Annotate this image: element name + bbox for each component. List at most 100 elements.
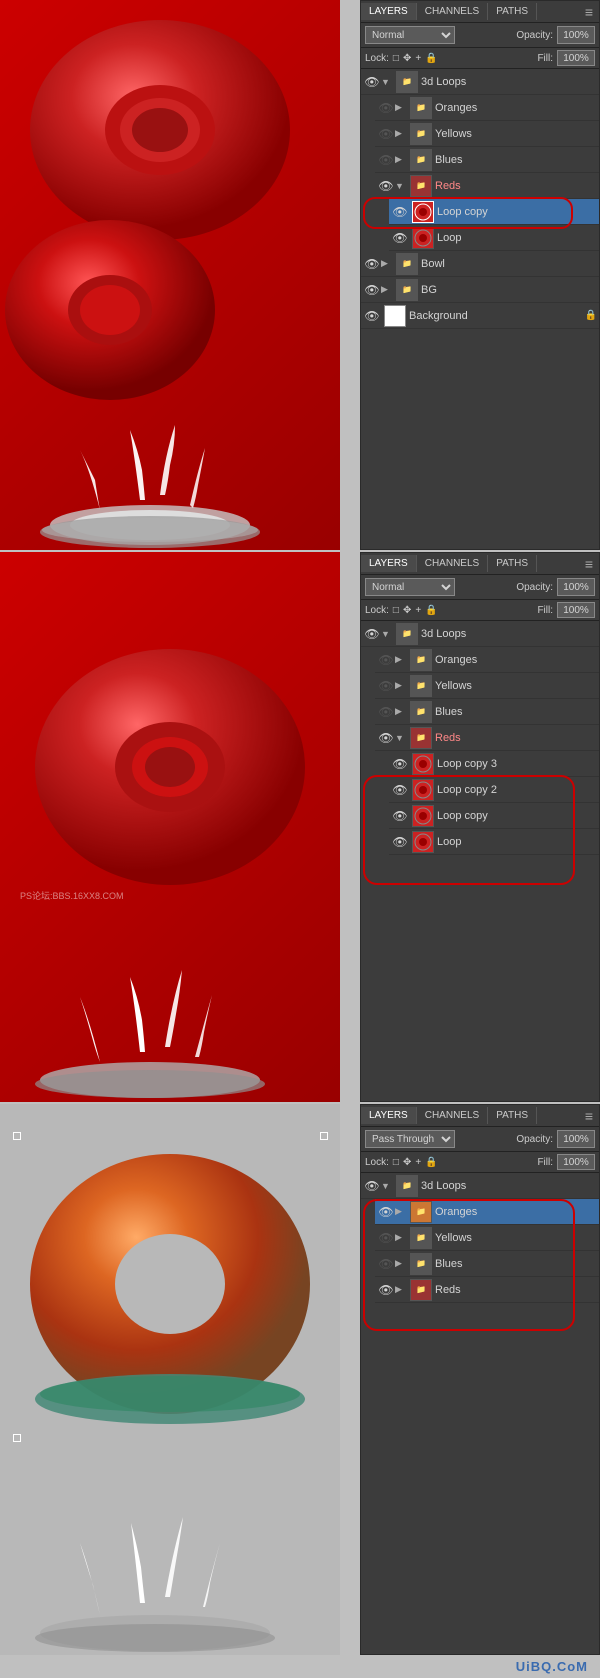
layer-oranges-1[interactable]: 👁 ▶ 📁 Oranges xyxy=(375,95,599,121)
visibility-icon-blues-3[interactable]: 👁 xyxy=(377,1257,395,1271)
visibility-icon-oranges-3[interactable]: 👁 xyxy=(377,1205,395,1219)
tab-layers-2[interactable]: LAYERS xyxy=(361,555,417,572)
expand-reds-2[interactable]: ▼ xyxy=(395,733,407,743)
tab-layers-1[interactable]: LAYERS xyxy=(361,3,417,20)
layer-thumb-oranges-1: 📁 xyxy=(410,97,432,119)
layer-blues-1[interactable]: 👁 ▶ 📁 Blues xyxy=(375,147,599,173)
layer-name-yellows-1: Yellows xyxy=(435,128,597,140)
expand-oranges-1[interactable]: ▶ xyxy=(395,102,407,113)
opacity-label-3: Opacity: xyxy=(516,1134,553,1145)
expand-bowl-1[interactable]: ▶ xyxy=(381,258,393,269)
layer-yellows-3[interactable]: 👁 ▶ 📁 Yellows xyxy=(375,1225,599,1251)
layer-thumb-blues-2: 📁 xyxy=(410,701,432,723)
layer-blues-2[interactable]: 👁 ▶ 📁 Blues xyxy=(375,699,599,725)
layer-reds-3[interactable]: 👁 ▶ 📁 Reds xyxy=(375,1277,599,1303)
layer-oranges-2[interactable]: 👁 ▶ 📁 Oranges xyxy=(375,647,599,673)
expand-yellows-2[interactable]: ▶ xyxy=(395,680,407,691)
expand-3dLoops-2[interactable]: ▼ xyxy=(381,629,393,639)
layer-blues-3[interactable]: 👁 ▶ 📁 Blues xyxy=(375,1251,599,1277)
expand-reds-1[interactable]: ▼ xyxy=(395,181,407,191)
layer-yellows-1[interactable]: 👁 ▶ 📁 Yellows xyxy=(375,121,599,147)
visibility-icon-3dLoops-1[interactable]: 👁 xyxy=(363,75,381,89)
visibility-icon-oranges-2[interactable]: 👁 xyxy=(377,653,395,667)
layer-name-background-1: Background xyxy=(409,310,583,322)
fill-input-1[interactable] xyxy=(557,50,595,66)
visibility-icon-3dLoops-2[interactable]: 👁 xyxy=(363,627,381,641)
tab-layers-3[interactable]: LAYERS xyxy=(361,1107,417,1124)
visibility-icon-loopcopy-2[interactable]: 👁 xyxy=(391,809,409,823)
layer-background-1[interactable]: 👁 Background 🔒 xyxy=(361,303,599,329)
opacity-input-2[interactable] xyxy=(557,578,595,596)
opacity-input-1[interactable] xyxy=(557,26,595,44)
visibility-icon-loop-1[interactable]: 👁 xyxy=(391,231,409,245)
lock-row-1: Lock: □ ✥ + 🔒 Fill: xyxy=(361,48,599,69)
layer-loopcopy2-2[interactable]: 👁 Loop copy 2 xyxy=(389,777,599,803)
visibility-icon-reds-2[interactable]: 👁 xyxy=(377,731,395,745)
lock-t-2: □ xyxy=(393,605,399,616)
panel-menu-1[interactable]: ≡ xyxy=(579,2,599,22)
blend-mode-select-3[interactable]: Pass Through xyxy=(365,1130,455,1148)
expand-oranges-2[interactable]: ▶ xyxy=(395,654,407,665)
visibility-icon-blues-2[interactable]: 👁 xyxy=(377,705,395,719)
layer-bowl-1[interactable]: 👁 ▶ 📁 Bowl xyxy=(361,251,599,277)
layer-loop-2[interactable]: 👁 Loop xyxy=(389,829,599,855)
layer-thumb-loopcopy2-2 xyxy=(412,779,434,801)
layer-3dLoops-2[interactable]: 👁 ▼ 📁 3d Loops xyxy=(361,621,599,647)
visibility-icon-yellows-3[interactable]: 👁 xyxy=(377,1231,395,1245)
layer-loopcopy3-2[interactable]: 👁 Loop copy 3 xyxy=(389,751,599,777)
layer-reds-1[interactable]: 👁 ▼ 📁 Reds xyxy=(375,173,599,199)
visibility-icon-3dLoops-3[interactable]: 👁 xyxy=(363,1179,381,1193)
expand-yellows-3[interactable]: ▶ xyxy=(395,1232,407,1243)
visibility-icon-reds-3[interactable]: 👁 xyxy=(377,1283,395,1297)
visibility-icon-yellows-1[interactable]: 👁 xyxy=(377,127,395,141)
visibility-icon-loopcopy2-2[interactable]: 👁 xyxy=(391,783,409,797)
visibility-icon-blues-1[interactable]: 👁 xyxy=(377,153,395,167)
visibility-icon-loop-2[interactable]: 👁 xyxy=(391,835,409,849)
expand-blues-2[interactable]: ▶ xyxy=(395,706,407,717)
visibility-icon-oranges-1[interactable]: 👁 xyxy=(377,101,395,115)
blend-mode-select-2[interactable]: Normal xyxy=(365,578,455,596)
layer-loopcopy-2[interactable]: 👁 Loop copy xyxy=(389,803,599,829)
tab-channels-3[interactable]: CHANNELS xyxy=(417,1107,488,1124)
visibility-icon-loopcopy-1[interactable]: 👁 xyxy=(391,205,409,219)
canvas-2: PS论坛:BBS.16XX8.COM xyxy=(0,552,340,1102)
visibility-icon-yellows-2[interactable]: 👁 xyxy=(377,679,395,693)
expand-reds-3[interactable]: ▶ xyxy=(395,1284,407,1295)
expand-3dLoops-1[interactable]: ▼ xyxy=(381,77,393,87)
layer-bg-1[interactable]: 👁 ▶ 📁 BG xyxy=(361,277,599,303)
panel-menu-2[interactable]: ≡ xyxy=(579,554,599,574)
opacity-label-1: Opacity: xyxy=(516,30,553,41)
panel-menu-3[interactable]: ≡ xyxy=(579,1106,599,1126)
layer-3dLoops-3[interactable]: 👁 ▼ 📁 3d Loops xyxy=(361,1173,599,1199)
opacity-input-3[interactable] xyxy=(557,1130,595,1148)
layer-reds-2[interactable]: 👁 ▼ 📁 Reds xyxy=(375,725,599,751)
tab-paths-2[interactable]: PATHS xyxy=(488,555,537,572)
tab-channels-1[interactable]: CHANNELS xyxy=(417,3,488,20)
layer-3dLoops-1[interactable]: 👁 ▼ 📁 3d Loops xyxy=(361,69,599,95)
layer-loop-1[interactable]: 👁 Loop xyxy=(389,225,599,251)
layer-name-loopcopy3-2: Loop copy 3 xyxy=(437,758,597,770)
expand-oranges-3[interactable]: ▶ xyxy=(395,1206,407,1217)
expand-3dLoops-3[interactable]: ▼ xyxy=(381,1181,393,1191)
expand-yellows-1[interactable]: ▶ xyxy=(395,128,407,139)
blend-mode-select-1[interactable]: Normal xyxy=(365,26,455,44)
tab-paths-1[interactable]: PATHS xyxy=(488,3,537,20)
lock-label-1: Lock: xyxy=(365,53,389,64)
visibility-icon-background-1[interactable]: 👁 xyxy=(363,309,381,323)
fill-input-3[interactable] xyxy=(557,1154,595,1170)
layer-loopcopy-1[interactable]: 👁 Loop copy xyxy=(389,199,599,225)
expand-bg-1[interactable]: ▶ xyxy=(381,284,393,295)
visibility-icon-bowl-1[interactable]: 👁 xyxy=(363,257,381,271)
layer-oranges-3[interactable]: 👁 ▶ 📁 Oranges xyxy=(375,1199,599,1225)
visibility-icon-reds-1[interactable]: 👁 xyxy=(377,179,395,193)
expand-blues-1[interactable]: ▶ xyxy=(395,154,407,165)
layer-name-3dLoops-2: 3d Loops xyxy=(421,628,597,640)
fill-input-2[interactable] xyxy=(557,602,595,618)
visibility-icon-bg-1[interactable]: 👁 xyxy=(363,283,381,297)
layer-yellows-2[interactable]: 👁 ▶ 📁 Yellows xyxy=(375,673,599,699)
tab-paths-3[interactable]: PATHS xyxy=(488,1107,537,1124)
expand-blues-3[interactable]: ▶ xyxy=(395,1258,407,1269)
visibility-icon-loopcopy3-2[interactable]: 👁 xyxy=(391,757,409,771)
layer-thumb-blues-3: 📁 xyxy=(410,1253,432,1275)
tab-channels-2[interactable]: CHANNELS xyxy=(417,555,488,572)
